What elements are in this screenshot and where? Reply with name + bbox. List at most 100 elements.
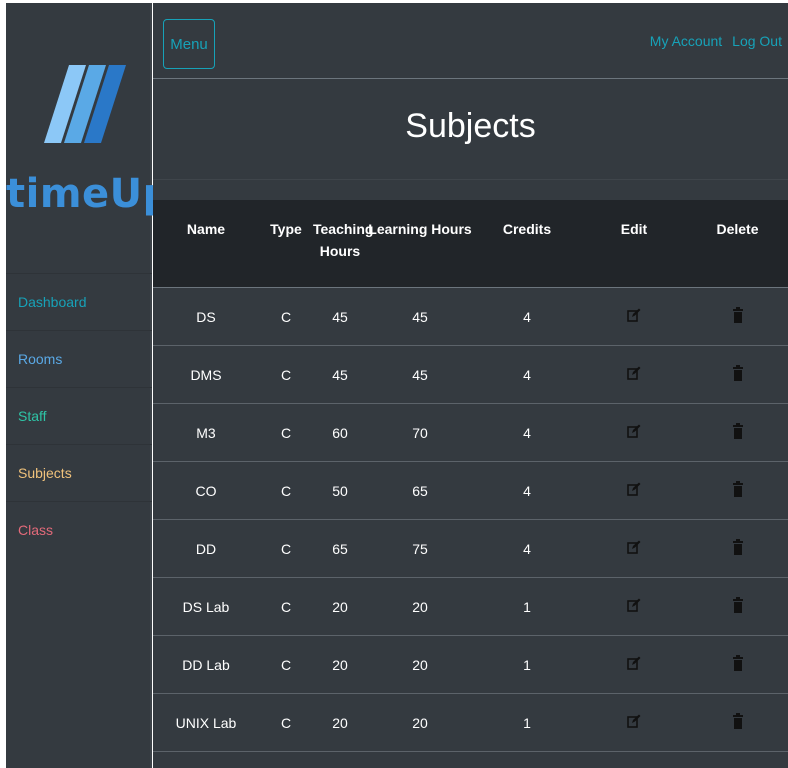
sidebar-item-label: Subjects (18, 465, 72, 481)
cell-delete (687, 481, 788, 500)
column-header-teaching-hours: Teaching Hours (313, 221, 374, 259)
cell-credits: 4 (523, 482, 531, 499)
cell-teaching-hours: 20 (332, 714, 348, 731)
cell-learning-hours: 70 (412, 424, 428, 441)
cell-delete (687, 365, 788, 384)
table-row: DD C 65 75 4 (153, 520, 788, 578)
subjects-table: Name Type Teaching Hours Learning Hours … (153, 200, 788, 752)
cell-edit (581, 308, 687, 325)
top-navbar: Menu My Account Log Out (153, 3, 788, 79)
cell-credits: 4 (523, 308, 531, 325)
sidebar-item-dashboard[interactable]: Dashboard (6, 273, 152, 330)
edit-icon[interactable] (627, 366, 641, 380)
table-body: DS C 45 45 4 DMS C 45 45 4 M3 C 60 70 4 CO C 50 65 4 DD C 65 75… (153, 288, 788, 752)
account-links: My Account Log Out (650, 33, 782, 49)
cell-teaching-hours: 60 (332, 424, 348, 441)
cell-name: DMS (190, 366, 222, 383)
cell-learning-hours: 45 (412, 366, 428, 383)
cell-teaching-hours: 45 (332, 366, 348, 383)
trash-icon[interactable] (732, 713, 743, 729)
cell-name: DD Lab (182, 656, 230, 673)
trash-icon[interactable] (732, 307, 743, 323)
column-header-delete: Delete (716, 221, 759, 237)
cell-edit (581, 656, 687, 673)
trash-icon[interactable] (732, 481, 743, 497)
trash-icon[interactable] (732, 423, 743, 439)
cell-credits: 1 (523, 598, 531, 615)
cell-type: C (280, 308, 292, 325)
cell-delete (687, 597, 788, 616)
main-content: Menu My Account Log Out Subjects Name Ty… (153, 3, 788, 768)
menu-button[interactable]: Menu (163, 19, 215, 69)
table-row: DS Lab C 20 20 1 (153, 578, 788, 636)
edit-icon[interactable] (627, 598, 641, 612)
cell-name: M3 (196, 424, 216, 441)
cell-learning-hours: 75 (412, 540, 428, 557)
edit-icon[interactable] (627, 656, 641, 670)
cell-type: C (280, 366, 292, 383)
cell-learning-hours: 45 (412, 308, 428, 325)
cell-learning-hours: 65 (412, 482, 428, 499)
column-header-learning-hours: Learning Hours (368, 221, 472, 237)
trash-icon[interactable] (732, 655, 743, 671)
cell-teaching-hours: 65 (332, 540, 348, 557)
cell-name: UNIX Lab (175, 714, 237, 731)
sidebar-item-subjects[interactable]: Subjects (6, 444, 152, 501)
cell-edit (581, 714, 687, 731)
edit-icon[interactable] (627, 714, 641, 728)
cell-delete (687, 713, 788, 732)
sidebar: timeUp Dashboard Rooms Staff Subjects Cl… (6, 3, 172, 768)
cell-teaching-hours: 20 (332, 598, 348, 615)
my-account-link[interactable]: My Account (650, 33, 722, 49)
cell-credits: 4 (523, 366, 531, 383)
cell-name: DD (195, 540, 217, 557)
cell-type: C (280, 540, 292, 557)
page-title: Subjects (405, 107, 536, 145)
cell-teaching-hours: 20 (332, 656, 348, 673)
edit-icon[interactable] (627, 308, 641, 322)
logo-icon (44, 65, 126, 143)
cell-type: C (280, 482, 292, 499)
cell-learning-hours: 20 (412, 598, 428, 615)
column-header-credits: Credits (502, 221, 552, 237)
trash-icon[interactable] (732, 597, 743, 613)
cell-credits: 1 (523, 656, 531, 673)
table-row: DS C 45 45 4 (153, 288, 788, 346)
trash-icon[interactable] (732, 539, 743, 555)
cell-delete (687, 423, 788, 442)
cell-edit (581, 366, 687, 383)
cell-credits: 4 (523, 540, 531, 557)
cell-delete (687, 655, 788, 674)
table-row: DMS C 45 45 4 (153, 346, 788, 404)
cell-type: C (280, 598, 292, 615)
column-header-edit: Edit (620, 221, 648, 237)
sidebar-item-rooms[interactable]: Rooms (6, 330, 152, 387)
cell-teaching-hours: 50 (332, 482, 348, 499)
sidebar-item-label: Rooms (18, 351, 63, 367)
sidebar-item-label: Staff (18, 408, 47, 424)
column-header-type: Type (270, 221, 302, 237)
cell-name: CO (195, 482, 217, 499)
cell-type: C (280, 656, 292, 673)
cell-edit (581, 424, 687, 441)
sidebar-nav: Dashboard Rooms Staff Subjects Class (6, 273, 152, 558)
edit-icon[interactable] (627, 540, 641, 554)
column-header-name: Name (186, 221, 226, 237)
sidebar-item-label: Dashboard (18, 294, 87, 310)
sidebar-item-staff[interactable]: Staff (6, 387, 152, 444)
cell-learning-hours: 20 (412, 714, 428, 731)
table-row: CO C 50 65 4 (153, 462, 788, 520)
table-row: DD Lab C 20 20 1 (153, 636, 788, 694)
edit-icon[interactable] (627, 482, 641, 496)
cell-name: DS Lab (182, 598, 230, 615)
cell-type: C (280, 424, 292, 441)
trash-icon[interactable] (732, 365, 743, 381)
cell-delete (687, 307, 788, 326)
log-out-link[interactable]: Log Out (732, 33, 782, 49)
table-row: M3 C 60 70 4 (153, 404, 788, 462)
edit-icon[interactable] (627, 424, 641, 438)
logo-text: timeUp (6, 171, 172, 217)
cell-credits: 4 (523, 424, 531, 441)
sidebar-item-class[interactable]: Class (6, 501, 152, 558)
cell-teaching-hours: 45 (332, 308, 348, 325)
